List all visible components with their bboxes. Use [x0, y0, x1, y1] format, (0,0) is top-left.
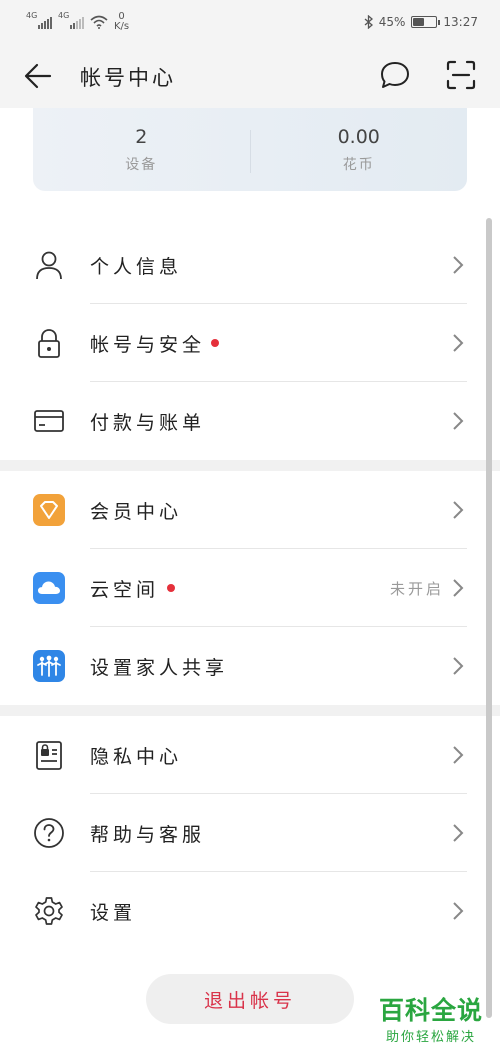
group-separator — [0, 705, 500, 716]
chevron-right-icon — [453, 746, 464, 764]
cloud-status: 未开启 — [389, 579, 444, 598]
devices-stat[interactable]: 2 设备 — [33, 108, 250, 191]
menu-label: 云空间 — [90, 578, 160, 601]
chat-bubble-icon[interactable] — [378, 58, 412, 92]
page-title: 帐号中心 — [80, 66, 176, 90]
watermark-logo: 百科全说 助你轻松解决 — [375, 996, 487, 1052]
privacy-icon — [36, 741, 62, 770]
chevron-right-icon — [453, 824, 464, 842]
status-bar: 4G 4G 0 K/s 45% 13:27 — [0, 0, 500, 44]
menu-item-member-center[interactable]: 会员中心 — [0, 471, 500, 549]
person-icon — [36, 251, 62, 280]
notification-dot — [167, 584, 175, 592]
watermark-subtitle: 助你轻松解决 — [385, 1030, 476, 1045]
signal-icon-2: 4G — [58, 11, 84, 29]
signal-icon-1: 4G — [26, 11, 52, 29]
gear-icon — [35, 897, 63, 925]
card-icon — [34, 410, 64, 432]
menu-group-services: 会员中心 云空间 未开启 设置家人共享 — [0, 471, 500, 705]
menu-item-privacy-center[interactable]: 隐私中心 — [0, 716, 500, 794]
menu-item-payment-billing[interactable]: 付款与账单 — [0, 382, 500, 460]
cloud-icon — [33, 572, 65, 604]
menu-group-account: 个人信息 帐号与安全 付款与账单 — [0, 226, 500, 460]
menu-item-cloud-space[interactable]: 云空间 未开启 — [0, 549, 500, 627]
logout-button[interactable]: 退出帐号 — [146, 974, 354, 1024]
status-right: 45% 13:27 — [364, 15, 478, 29]
menu-label: 个人信息 — [90, 255, 183, 278]
network-type-2: 4G — [58, 11, 70, 20]
chevron-right-icon — [453, 501, 464, 519]
watermark-title: 百科全说 — [378, 996, 483, 1025]
clock: 13:27 — [443, 15, 478, 29]
status-left: 4G 4G 0 K/s — [26, 11, 129, 32]
menu-label: 帐号与安全 — [90, 333, 206, 356]
chevron-right-icon — [453, 902, 464, 920]
scan-icon[interactable] — [444, 58, 478, 92]
chevron-right-icon — [453, 256, 464, 274]
chevron-right-icon — [453, 334, 464, 352]
menu-group-support: 隐私中心 帮助与客服 设置 — [0, 716, 500, 950]
arrow-left-icon[interactable] — [22, 60, 54, 92]
net-speed: 0 K/s — [114, 12, 129, 32]
menu-label: 隐私中心 — [90, 745, 183, 768]
coins-label: 花币 — [342, 157, 375, 173]
chevron-right-icon — [453, 412, 464, 430]
menu-item-family-sharing[interactable]: 设置家人共享 — [0, 627, 500, 705]
menu-label: 设置 — [90, 901, 137, 924]
wifi-icon — [90, 15, 108, 29]
bluetooth-icon — [364, 15, 373, 29]
menu-item-personal-info[interactable]: 个人信息 — [0, 226, 500, 304]
devices-label: 设备 — [125, 157, 158, 173]
devices-count: 2 — [135, 126, 148, 148]
account-stats-card: 2 设备 0.00 花币 — [33, 108, 467, 191]
net-speed-unit: K/s — [114, 21, 130, 32]
menu-label: 付款与账单 — [90, 411, 206, 434]
battery-icon — [411, 16, 441, 28]
menu-item-account-security[interactable]: 帐号与安全 — [0, 304, 500, 382]
menu-label: 帮助与客服 — [90, 823, 206, 846]
help-icon — [34, 818, 64, 848]
notification-dot — [211, 339, 219, 347]
family-icon — [33, 650, 65, 682]
chevron-right-icon — [453, 657, 464, 675]
menu-label: 设置家人共享 — [90, 656, 229, 679]
chevron-right-icon — [453, 579, 464, 597]
lock-icon — [38, 329, 60, 358]
app-header: 帐号中心 — [0, 44, 500, 108]
vip-diamond-icon — [33, 494, 65, 526]
coins-stat[interactable]: 0.00 花币 — [251, 108, 468, 191]
menu-item-settings[interactable]: 设置 — [0, 872, 500, 950]
scrollbar[interactable] — [486, 218, 492, 1018]
group-separator — [0, 460, 500, 471]
coins-amount: 0.00 — [337, 126, 380, 148]
network-type-1: 4G — [26, 11, 38, 20]
battery-percent: 45% — [378, 15, 406, 29]
menu-item-help-service[interactable]: 帮助与客服 — [0, 794, 500, 872]
menu-label: 会员中心 — [90, 500, 183, 523]
